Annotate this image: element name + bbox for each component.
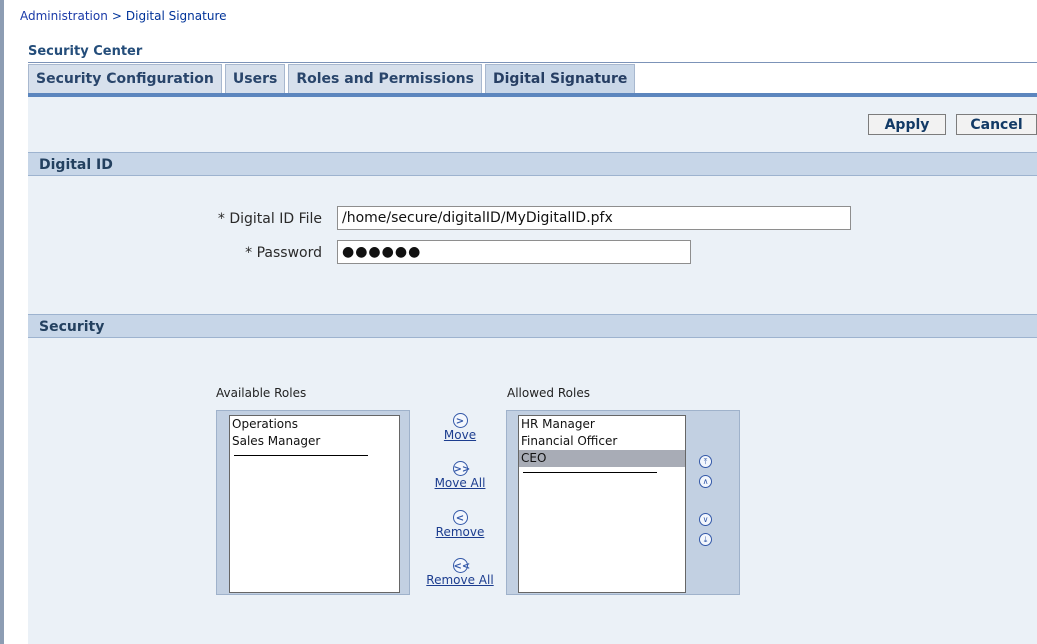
available-roles-listbox[interactable]: Operations Sales Manager <box>229 415 400 593</box>
breadcrumb-separator: > <box>111 9 122 23</box>
available-role-item[interactable]: Operations <box>230 416 399 433</box>
move-right-icon[interactable]: > <box>452 413 468 428</box>
allowed-role-item[interactable]: Financial Officer <box>519 433 685 450</box>
tab-security-configuration[interactable]: Security Configuration <box>28 64 222 94</box>
password-label: * Password <box>196 245 322 261</box>
breadcrumb-administration-link[interactable]: Administration <box>20 9 108 23</box>
left-edge-bar <box>0 0 4 644</box>
digital-id-file-label-text: Digital ID File <box>229 211 322 227</box>
allowed-roles-listbox[interactable]: HR Manager Financial Officer CEO <box>518 415 686 593</box>
password-label-text: Password <box>256 245 322 261</box>
apply-button[interactable]: Apply <box>868 114 946 135</box>
move-control[interactable]: > Move <box>424 413 496 442</box>
available-role-item[interactable]: Sales Manager <box>230 433 399 450</box>
move-to-bottom-icon[interactable]: ⤓ <box>699 533 712 546</box>
allowed-role-item[interactable]: HR Manager <box>519 416 685 433</box>
required-marker: * <box>217 211 225 227</box>
remove-all-link[interactable]: Remove All <box>424 573 496 587</box>
remove-link[interactable]: Remove <box>424 525 496 539</box>
breadcrumb: Administration > Digital Signature <box>20 9 227 23</box>
tab-strip-underline <box>28 93 1037 97</box>
available-roles-caption: Available Roles <box>216 386 307 400</box>
remove-all-control[interactable]: << Remove All <box>424 558 496 587</box>
move-all-link[interactable]: Move All <box>424 476 496 490</box>
allowed-roles-caption: Allowed Roles <box>507 386 590 400</box>
password-input[interactable]: ●●●●●● <box>337 240 691 264</box>
move-all-left-icon[interactable]: << <box>452 558 470 573</box>
required-marker: * <box>245 245 253 261</box>
move-link[interactable]: Move <box>424 428 496 442</box>
security-section-header: Security <box>28 314 1037 338</box>
cancel-button[interactable]: Cancel <box>956 114 1037 135</box>
move-down-icon[interactable]: ∨ <box>699 513 712 526</box>
title-divider <box>28 62 1037 63</box>
move-all-control[interactable]: >> Move All <box>424 461 496 490</box>
move-all-right-icon[interactable]: >> <box>452 461 470 476</box>
breadcrumb-current: Digital Signature <box>125 9 227 23</box>
page-title: Security Center <box>28 44 143 59</box>
tab-digital-signature[interactable]: Digital Signature <box>484 64 636 94</box>
move-to-top-icon[interactable]: ⤒ <box>699 455 712 468</box>
tab-roles-and-permissions[interactable]: Roles and Permissions <box>288 64 482 94</box>
remove-control[interactable]: < Remove <box>424 510 496 539</box>
list-separator <box>523 472 657 473</box>
move-up-icon[interactable]: ∧ <box>699 475 712 488</box>
tab-bar: Security Configuration Users Roles and P… <box>28 64 638 96</box>
digital-id-file-input[interactable]: /home/secure/digitalID/MyDigitalID.pfx <box>337 206 851 230</box>
tab-users[interactable]: Users <box>224 64 286 94</box>
digital-id-file-label: * Digital ID File <box>196 211 322 227</box>
digital-id-section-header: Digital ID <box>28 152 1037 176</box>
list-separator <box>234 455 368 456</box>
move-left-icon[interactable]: < <box>452 510 468 525</box>
allowed-role-item-selected[interactable]: CEO <box>519 450 685 467</box>
